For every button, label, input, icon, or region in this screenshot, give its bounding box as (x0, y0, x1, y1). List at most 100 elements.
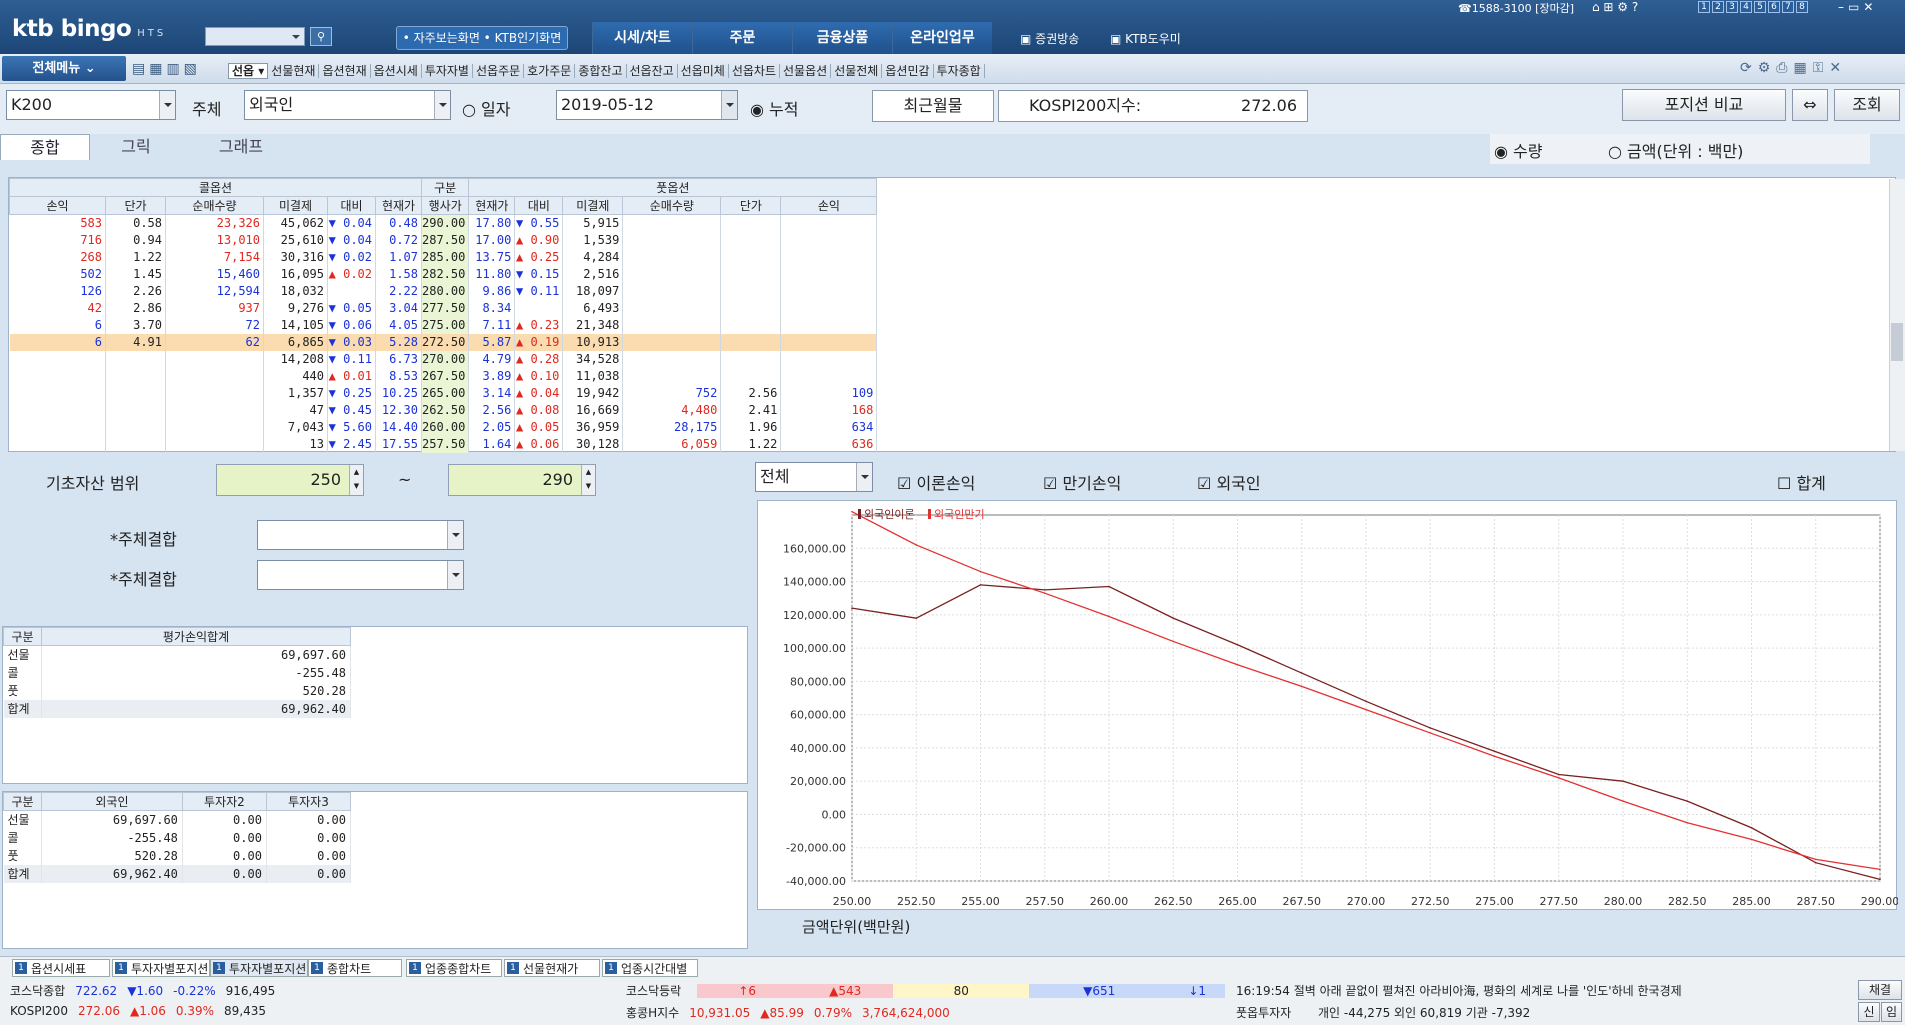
quick-menu-item[interactable]: 투자종합 (933, 64, 985, 78)
nav-financial-products[interactable]: 금융상품 (792, 22, 892, 54)
screen-tab[interactable]: 종합차트 (308, 959, 402, 977)
quick-menu-item[interactable]: 선옵차트 (728, 64, 781, 78)
settings-print-lock-icons[interactable]: ⟳⚙⎙▦⚿✕ (1740, 60, 1847, 76)
window-8-button[interactable]: 8 (1796, 1, 1808, 13)
quick-menu-item[interactable]: 옵션민감 (882, 64, 934, 78)
grid-cell: 17.80 (468, 214, 516, 232)
tab-graph[interactable]: 그래프 (196, 134, 286, 160)
range-from-input[interactable]: 250 ▲ ▼ (216, 464, 364, 496)
underlying-code-select[interactable]: K200 (6, 90, 176, 120)
range-to-input[interactable]: 290 ▲ ▼ (448, 464, 596, 496)
news-ticker[interactable]: 16:19:54 절벽 아래 끝없이 펼쳐진 아라비아海, 평화의 세계로 나를… (1236, 982, 1850, 999)
window-6-button[interactable]: 6 (1768, 1, 1780, 13)
screen-tab[interactable]: 투자자별포지션 (112, 959, 210, 977)
window-2-button[interactable]: 2 (1712, 1, 1724, 13)
quick-menu-item[interactable]: 선옵미체 (677, 64, 729, 78)
quick-menu-item[interactable]: 선물전체 (831, 64, 883, 78)
grid-cell: 6,059 (622, 435, 722, 453)
qty-radio[interactable]: ◉ 수량 (1494, 138, 1543, 162)
y-tick-label: 160,000.00 (783, 542, 846, 555)
grid-row[interactable]: 268 1.22 7,154 30,316 ▼ 0.02 1.07 285.00 13.75 ▲… (9, 248, 878, 266)
grid-cell: ▲ 0.19 (514, 333, 564, 351)
date-input[interactable]: 2019-05-12 (556, 90, 738, 120)
quick-menu-item[interactable]: 선물옵션 (780, 64, 832, 78)
calendar-icon[interactable] (721, 91, 737, 119)
spinner-icon[interactable]: ▲ ▼ (349, 465, 363, 495)
grid-row[interactable]: 126 2.26 12,594 18,032 2.22 280.00 9.86 ▼ 0.11 1… (9, 282, 878, 300)
quick-menu-item[interactable]: 옵션현재 (319, 64, 371, 78)
tab-greeks[interactable]: 그릭 (96, 134, 176, 160)
summary-cell: 69,697.60 (41, 810, 183, 829)
window-1-button[interactable]: 1 (1698, 1, 1710, 13)
screen-tab[interactable]: 선물현재가 (504, 959, 600, 977)
data-point (1172, 617, 1175, 619)
grid-row[interactable]: 7,043 ▼ 5.60 14.40 260.00 2.05 ▲ 0.05 36,959 28… (9, 418, 878, 436)
toolbar-icons[interactable]: ▤▦▥▧ (132, 61, 201, 77)
grid-row[interactable]: 47 ▼ 0.45 12.30 262.50 2.56 ▲ 0.08 16,669 4,480… (9, 401, 878, 419)
tab-summary[interactable]: 종합 (0, 134, 90, 160)
search-icon[interactable]: ⚲ (310, 27, 332, 46)
window-5-button[interactable]: 5 (1754, 1, 1766, 13)
daily-radio[interactable]: ○ 일자 (462, 96, 511, 120)
chart-scope-select[interactable]: 전체 (755, 462, 873, 492)
new-button[interactable]: 신 (1858, 1002, 1880, 1022)
sum-checkbox[interactable]: ☐ 합계 (1777, 470, 1826, 494)
quick-menu-item[interactable]: 선물현재 (268, 64, 320, 78)
quick-menu-item[interactable]: 옵션시세 (370, 64, 422, 78)
position-compare-button[interactable]: 포지션 비교 (1622, 89, 1786, 121)
favorite-screens-button[interactable]: • 자주보는화면 • KTB인기화면 (396, 26, 568, 50)
window-min-max-close-icons[interactable]: –▭✕ (1838, 0, 1877, 14)
temp-button[interactable]: 임 (1881, 1002, 1902, 1022)
window-7-button[interactable]: 7 (1782, 1, 1794, 13)
execution-button[interactable]: 채결 (1858, 980, 1902, 1000)
theory-checkbox[interactable]: ☑ 이론손익 (897, 470, 975, 494)
quick-menu-category-select[interactable]: 선옵 ▾ (228, 63, 269, 79)
grid-scrollbar[interactable] (1889, 179, 1905, 451)
grid-row[interactable]: 13 ▼ 2.45 17.55 257.50 1.64 ▲ 0.06 30,128 6,059… (9, 435, 878, 453)
cumulative-radio[interactable]: ◉ 누적 (750, 96, 799, 120)
data-point (979, 570, 982, 573)
screen-tab[interactable]: 업종시간대별 (602, 959, 698, 977)
screen-tab[interactable]: 옵션시세표 (12, 959, 110, 977)
screen-tab[interactable]: 업종종합차트 (406, 959, 502, 977)
recent-month-button[interactable]: 최근월물 (872, 90, 994, 122)
combine-select-2[interactable] (257, 560, 464, 590)
grid-row[interactable]: 716 0.94 13,010 25,610 ▼ 0.04 0.72 287.50 17.00… (9, 231, 878, 249)
quick-menu-item[interactable]: 종합잔고 (575, 64, 627, 78)
all-menu-button[interactable]: 전체메뉴 ⌄ (2, 56, 126, 81)
grid-row[interactable]: 42 2.86 937 9,276 ▼ 0.05 3.04 277.50 8.34 6,493 (9, 299, 878, 317)
option-board-grid[interactable]: 콜옵션 구분 풋옵션 손익 단가 순매수량 미결제 대비 현재가 행사가 현재가 대비 미결제 순매… (8, 177, 1905, 453)
quick-menu-item[interactable]: 선옵주문 (472, 64, 525, 78)
window-4-button[interactable]: 4 (1740, 1, 1752, 13)
grid-row[interactable]: 14,208 ▼ 0.11 6.73 270.00 4.79 ▲ 0.28 34,528 (9, 350, 878, 368)
amount-radio[interactable]: ○ 금액(단위 : 백만) (1608, 138, 1743, 162)
grid-row[interactable]: 1,357 ▼ 0.25 10.25 265.00 3.14 ▲ 0.04 19,942 75… (9, 384, 878, 402)
grid-row[interactable]: 6 4.91 62 6,865 ▼ 0.03 5.28 272.50 5.87 ▲ 0.19 10… (9, 333, 878, 351)
data-point (1172, 640, 1175, 643)
grid-row[interactable]: 440 ▲ 0.01 8.53 267.50 3.89 ▲ 0.10 11,038 (9, 367, 878, 385)
grid-row[interactable]: 6 3.70 72 14,105 ▼ 0.06 4.05 275.00 7.11 ▲ 0.23 2… (9, 316, 878, 334)
grid-row[interactable]: 583 0.58 23,326 45,062 ▼ 0.04 0.48 290.00 17.80… (9, 214, 878, 232)
grid-scroll-thumb[interactable] (1891, 323, 1903, 361)
help-link[interactable]: ▣ KTB도우미 (1110, 30, 1181, 47)
subject-select[interactable]: 외국인 (244, 90, 451, 120)
combine-select-1[interactable] (257, 520, 464, 550)
screen-tab-active[interactable]: 투자자별포지션 (210, 959, 308, 977)
nav-online-service[interactable]: 온라인업무 (892, 22, 992, 54)
quick-menu-item[interactable]: 투자자별 (421, 64, 473, 78)
foreign-checkbox[interactable]: ☑ 외국인 (1197, 470, 1261, 494)
broadcast-link[interactable]: ▣ 증권방송 (1020, 30, 1079, 47)
window-controls-icons[interactable]: ⌂ ⊞ ⚙ ? (1592, 0, 1638, 14)
nav-quote-chart[interactable]: 시세/차트 (592, 22, 692, 54)
expiry-checkbox[interactable]: ☑ 만기손익 (1043, 470, 1121, 494)
screen-select[interactable] (205, 27, 305, 46)
grid-cell (9, 401, 106, 419)
quick-menu-item[interactable]: 호가주문 (524, 64, 576, 78)
search-button[interactable]: 조회 (1834, 89, 1900, 121)
nav-order[interactable]: 주문 (692, 22, 792, 54)
quick-menu-item[interactable]: 선옵잔고 (626, 64, 678, 78)
grid-row[interactable]: 502 1.45 15,460 16,095 ▲ 0.02 1.58 282.50 11.80… (9, 265, 878, 283)
layout-toggle-icon[interactable]: ⇔ (1792, 89, 1828, 121)
spinner-icon[interactable]: ▲ ▼ (581, 465, 595, 495)
window-3-button[interactable]: 3 (1726, 1, 1738, 13)
